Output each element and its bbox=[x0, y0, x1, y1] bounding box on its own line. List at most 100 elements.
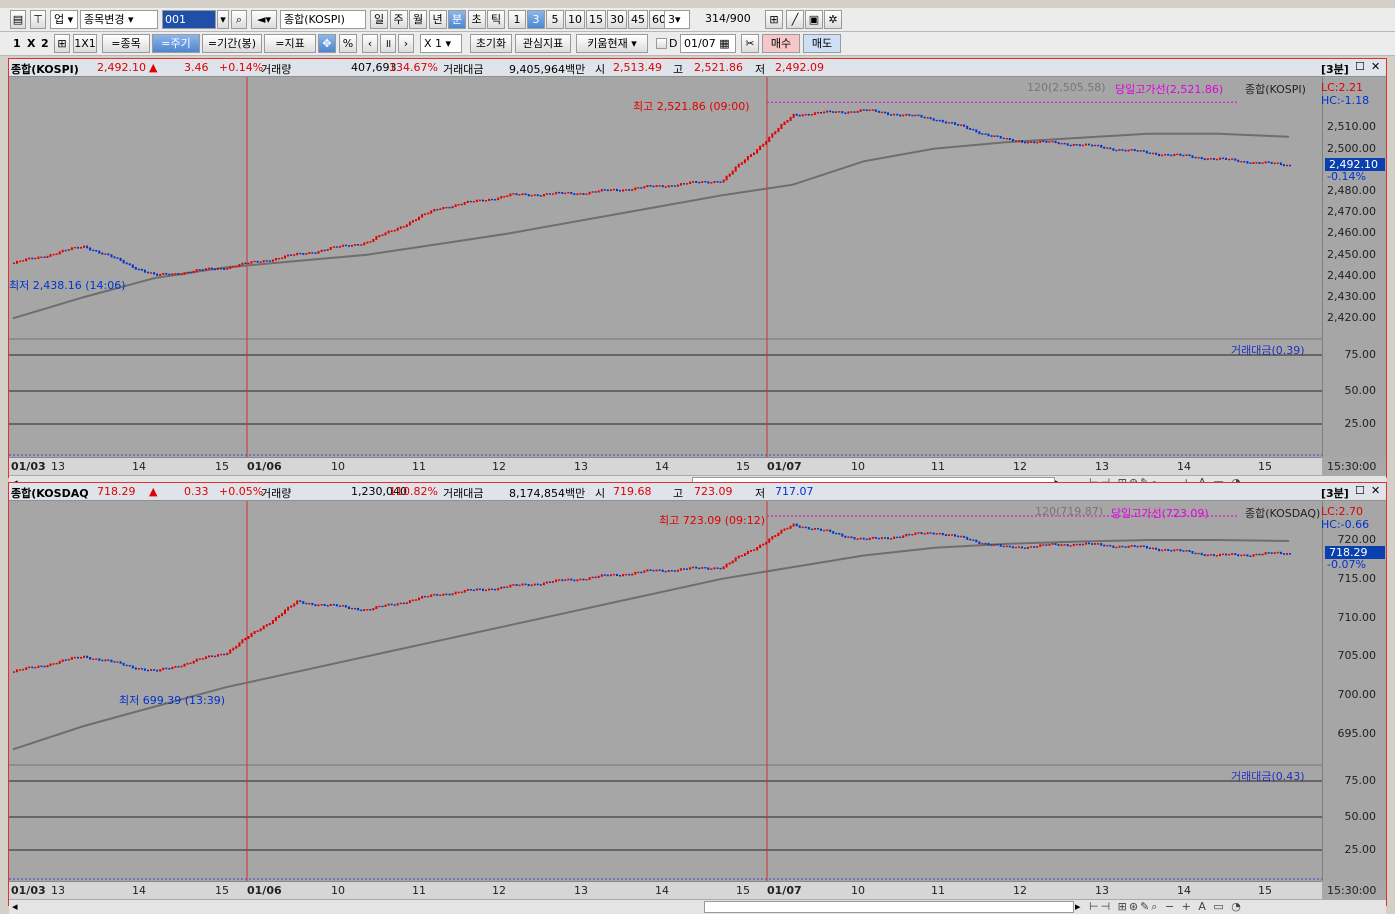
date-checkbox[interactable] bbox=[656, 38, 667, 49]
date-input[interactable]: 01/07 ▦ bbox=[680, 34, 736, 53]
minute-button-15[interactable]: 15 bbox=[586, 10, 606, 29]
candle bbox=[326, 249, 329, 251]
candle bbox=[1057, 544, 1060, 546]
move-icon[interactable]: ✥ bbox=[318, 34, 336, 53]
next-icon[interactable]: › bbox=[398, 34, 414, 53]
x-tick-label: 13 bbox=[1095, 884, 1109, 897]
minute-button-30[interactable]: 30 bbox=[607, 10, 627, 29]
candle bbox=[515, 193, 518, 196]
candle bbox=[478, 588, 481, 590]
candle bbox=[801, 114, 804, 117]
layout-2[interactable]: 2 bbox=[41, 37, 49, 50]
candle bbox=[25, 258, 28, 262]
candle bbox=[817, 112, 819, 114]
period-tab-0[interactable]: 일 bbox=[370, 10, 388, 29]
link-stock-button[interactable]: =종목 bbox=[102, 34, 150, 53]
candle bbox=[1258, 162, 1261, 164]
candle bbox=[454, 204, 457, 208]
candle bbox=[813, 528, 816, 530]
tools-icon[interactable]: ⊞ bbox=[765, 10, 783, 29]
candle bbox=[460, 591, 463, 594]
period-tab-4[interactable]: 분 bbox=[448, 10, 466, 29]
gear-icon[interactable]: ✲ bbox=[824, 10, 842, 29]
candle bbox=[290, 254, 293, 256]
horizontal-scrollbar[interactable]: ◂ ▸ ⊢⊣ ⊞⊛✎⌕ − + A ▭ ◔ bbox=[9, 899, 1386, 914]
link-period-button[interactable]: =주기 bbox=[152, 34, 200, 53]
candle bbox=[299, 252, 302, 255]
period-tab-1[interactable]: 주 bbox=[389, 10, 408, 29]
candle bbox=[859, 537, 862, 540]
close-icon[interactable]: ✕ bbox=[1371, 60, 1380, 73]
candle bbox=[153, 272, 156, 275]
search-icon[interactable]: ⌕ bbox=[231, 10, 247, 29]
percent-button[interactable]: % bbox=[339, 34, 357, 53]
candle bbox=[466, 200, 469, 203]
min-annotation: 최저 699.39 (13:39) bbox=[119, 694, 226, 707]
zoom-tools-icon[interactable]: ⊢⊣ ⊞⊛✎⌕ − + A ▭ ◔ bbox=[1089, 900, 1243, 914]
stock-change-select[interactable]: 종목변경 ▾ bbox=[80, 10, 158, 29]
stock-name-field[interactable]: 종합(KOSPI) bbox=[280, 10, 366, 29]
link-range-button[interactable]: =기간(봉) bbox=[202, 34, 262, 53]
line-tool-icon[interactable]: ╱ bbox=[786, 10, 804, 29]
candle bbox=[421, 214, 424, 218]
candle bbox=[722, 179, 725, 183]
sell-button[interactable]: 매도 bbox=[803, 34, 841, 53]
candle bbox=[634, 187, 637, 191]
candle bbox=[83, 655, 85, 658]
reset-button[interactable]: 초기화 bbox=[470, 34, 512, 53]
pin-icon[interactable]: ⊤ bbox=[30, 10, 46, 29]
candle bbox=[923, 533, 926, 535]
buy-button[interactable]: 매수 bbox=[762, 34, 800, 53]
candle bbox=[1054, 140, 1057, 144]
pause-icon[interactable]: ॥ bbox=[380, 34, 396, 53]
minute-button-1[interactable]: 1 bbox=[508, 10, 526, 29]
candle bbox=[817, 528, 819, 530]
window-icon[interactable]: ▤ bbox=[10, 10, 26, 29]
code-input[interactable]: 001 bbox=[162, 10, 216, 29]
layout-1x1-button[interactable]: 1X1 bbox=[73, 34, 97, 53]
minute-button-5[interactable]: 5 bbox=[546, 10, 564, 29]
scroll-right-icon[interactable]: ▸ bbox=[1075, 900, 1081, 913]
save-icon[interactable]: ▣ bbox=[805, 10, 823, 29]
candle bbox=[1200, 552, 1203, 556]
market-select[interactable]: 업 ▾ bbox=[50, 10, 78, 29]
speaker-icon[interactable]: ◄▾ bbox=[251, 10, 277, 29]
grid-icon[interactable]: ⊞ bbox=[54, 34, 70, 53]
y-tick-label: 2,470.00 bbox=[1327, 205, 1376, 219]
count-select[interactable]: 3▾ bbox=[664, 10, 690, 29]
watch-indicator-button[interactable]: 관심지표 bbox=[515, 34, 571, 53]
candle bbox=[670, 570, 673, 572]
candle bbox=[664, 570, 667, 573]
scroll-thumb[interactable] bbox=[704, 901, 1074, 913]
link-indicator-button[interactable]: =지표 bbox=[264, 34, 316, 53]
minute-button-10[interactable]: 10 bbox=[565, 10, 585, 29]
candle bbox=[820, 528, 822, 531]
minute-button-3[interactable]: 3 bbox=[527, 10, 545, 29]
candle bbox=[582, 578, 585, 581]
candle bbox=[1030, 141, 1033, 143]
candle bbox=[555, 579, 558, 583]
candle bbox=[774, 535, 777, 538]
candle bbox=[150, 669, 152, 671]
minute-button-45[interactable]: 45 bbox=[628, 10, 648, 29]
kiwoom-current-select[interactable]: 키움현재 ▾ bbox=[576, 34, 648, 53]
scissors-icon[interactable]: ✂ bbox=[741, 34, 759, 53]
multiplier-select[interactable]: X 1 ▾ bbox=[420, 34, 462, 53]
candle bbox=[67, 249, 70, 251]
prev-icon[interactable]: ‹ bbox=[362, 34, 378, 53]
period-tab-5[interactable]: 초 bbox=[467, 10, 486, 29]
maximize-icon[interactable]: ☐ bbox=[1355, 484, 1365, 497]
period-tab-2[interactable]: 월 bbox=[409, 10, 427, 29]
layout-1[interactable]: 1 bbox=[13, 37, 21, 50]
scroll-left-icon[interactable]: ◂ bbox=[12, 900, 18, 913]
layout-x[interactable]: X bbox=[27, 37, 35, 50]
code-dropdown-icon[interactable]: ▾ bbox=[217, 10, 229, 29]
candle bbox=[1021, 140, 1023, 143]
header-pct: +0.14% bbox=[219, 61, 264, 74]
candle bbox=[789, 525, 792, 529]
close-icon[interactable]: ✕ bbox=[1371, 484, 1380, 497]
period-tab-6[interactable]: 틱 bbox=[487, 10, 505, 29]
maximize-icon[interactable]: ☐ bbox=[1355, 60, 1365, 73]
candle bbox=[259, 628, 262, 632]
period-tab-3[interactable]: 년 bbox=[428, 10, 447, 29]
